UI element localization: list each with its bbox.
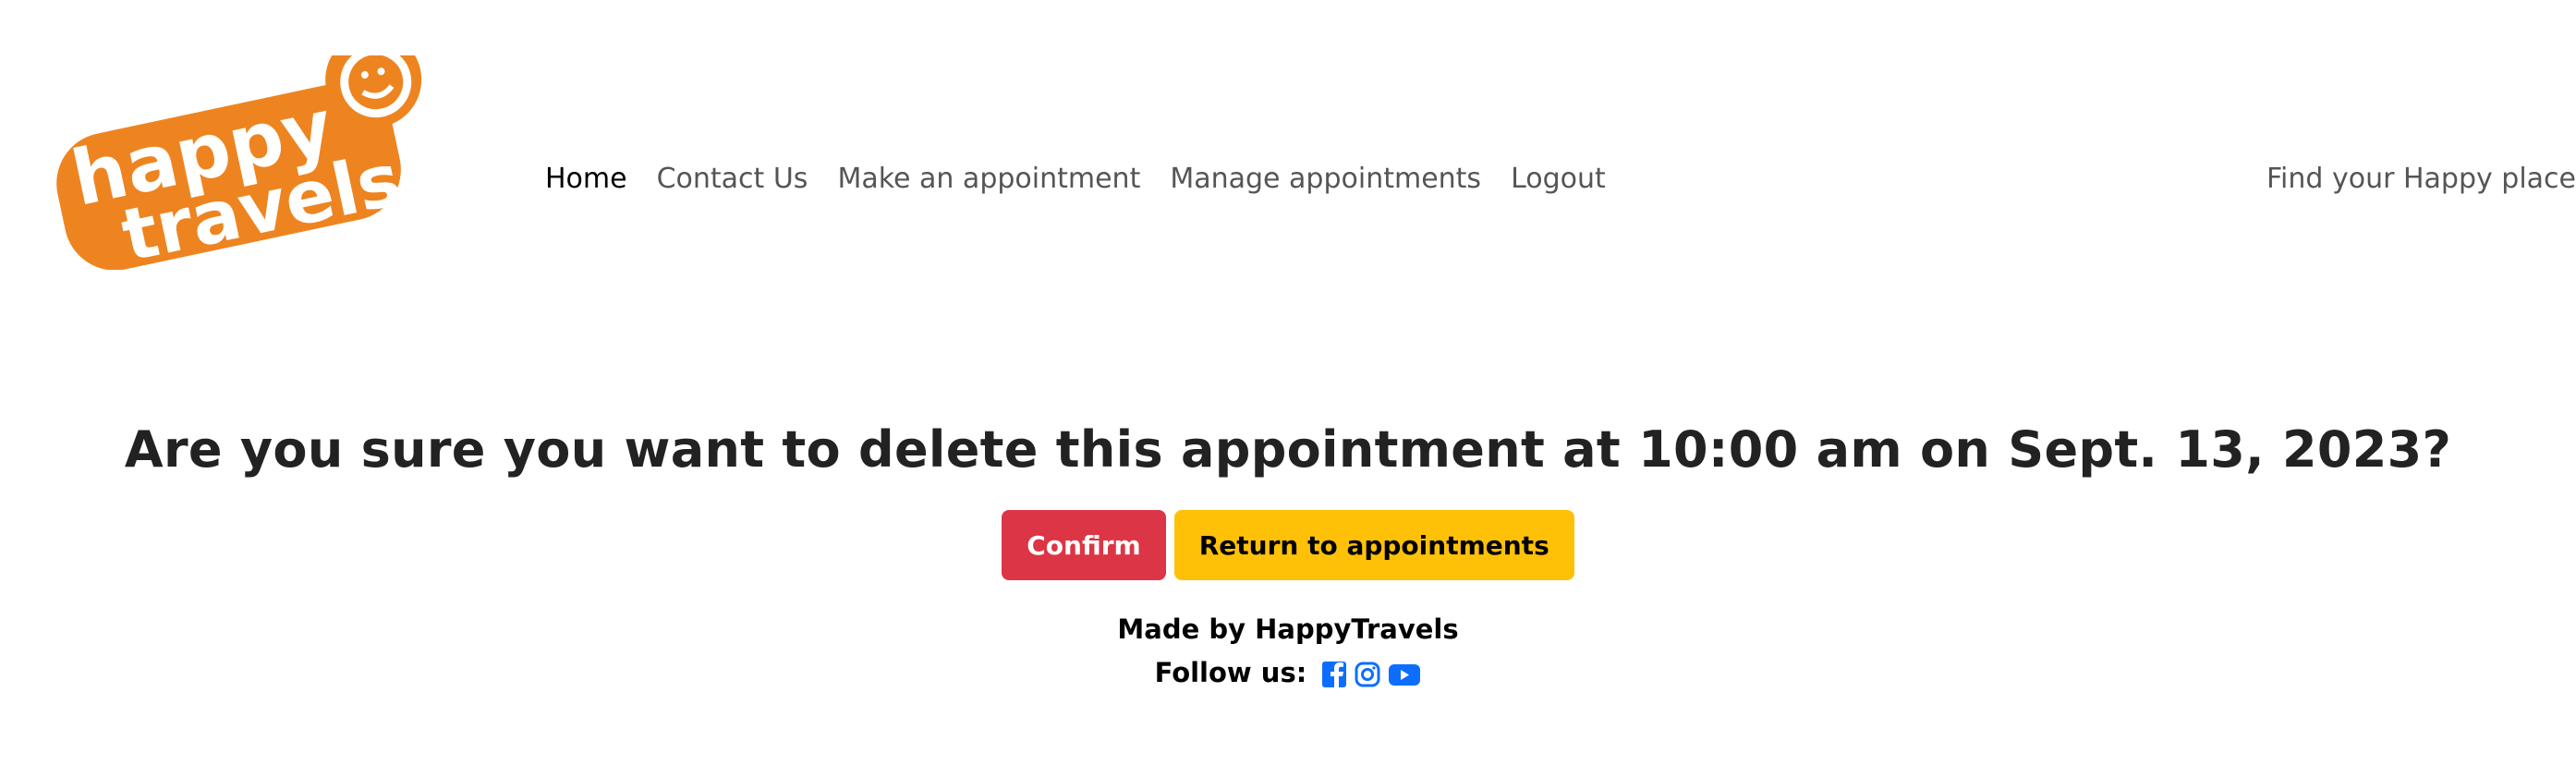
tagline: Find your Happy place (2266, 163, 2576, 195)
follow-us-label: Follow us: (1154, 657, 1307, 688)
nav-logout[interactable]: Logout (1511, 163, 1606, 195)
confirm-button[interactable]: Confirm (1002, 510, 1166, 580)
main-nav: Home Contact Us Make an appointment Mana… (545, 163, 1606, 195)
nav-manage-appointments[interactable]: Manage appointments (1170, 163, 1481, 195)
nav-make-appointment[interactable]: Make an appointment (837, 163, 1140, 195)
facebook-icon[interactable] (1321, 661, 1347, 688)
youtube-icon[interactable] (1388, 661, 1421, 688)
nav-contact-us[interactable]: Contact Us (657, 163, 808, 195)
delete-confirmation: Are you sure you want to delete this app… (0, 420, 2576, 695)
footer: Made by HappyTravels Follow us: (0, 608, 2576, 695)
return-to-appointments-button[interactable]: Return to appointments (1173, 510, 1574, 580)
instagram-icon[interactable] (1355, 661, 1380, 688)
confirmation-question: Are you sure you want to delete this app… (124, 420, 2452, 479)
nav-home[interactable]: Home (545, 163, 627, 195)
made-by-text: Made by HappyTravels (1117, 613, 1459, 645)
happy-travels-logo[interactable]: happy travels (46, 31, 462, 278)
